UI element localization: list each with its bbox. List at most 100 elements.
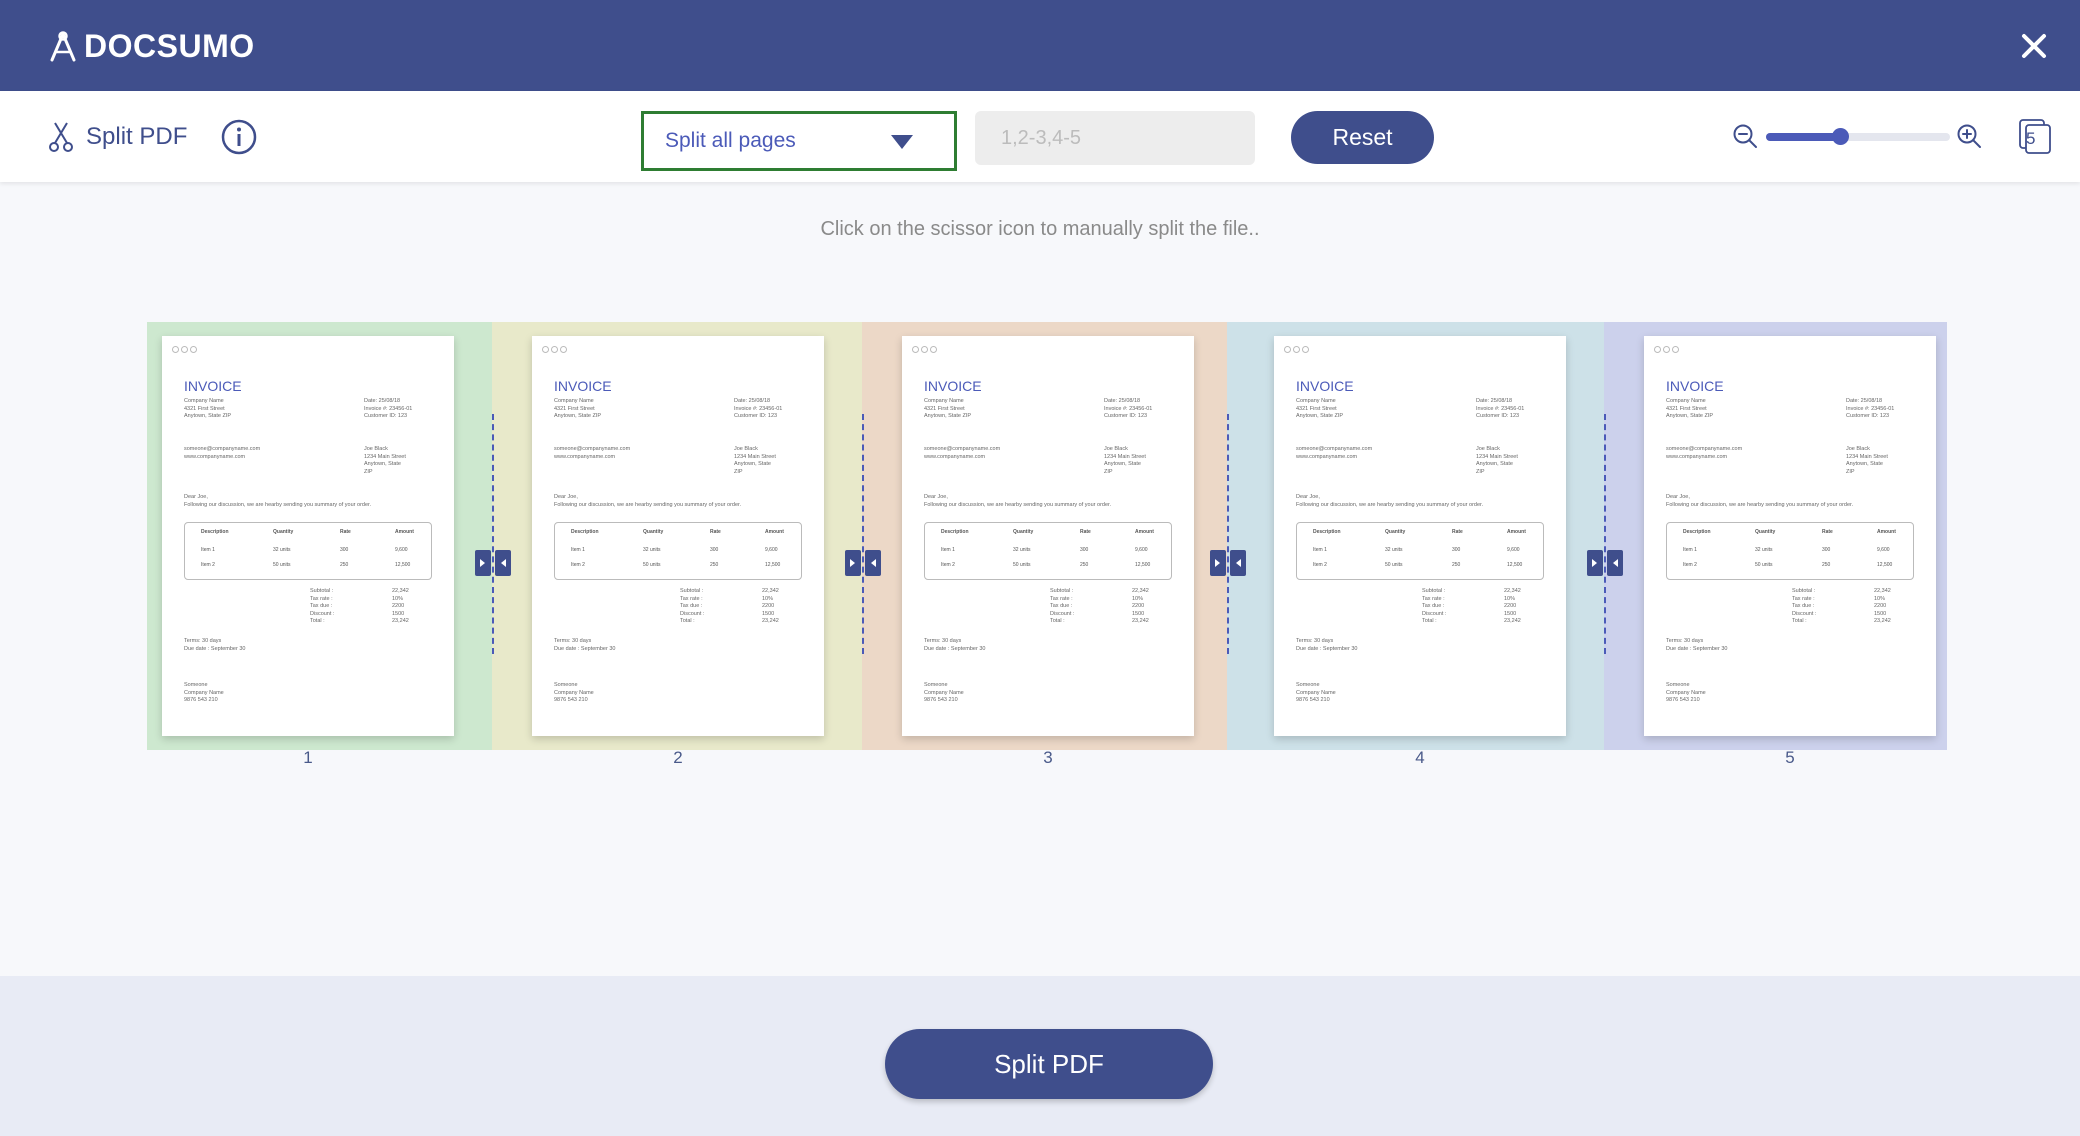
invoice-contact: someone@companyname.com www.companyname.… [1666,446,1743,460]
invoice-cell: 32 units [1013,547,1031,553]
invoice-title: INVOICE [924,378,982,394]
invoice-totals-values: 22,342 10% 2200 1500 23,242 [1504,588,1521,624]
invoice-cell: 12,500 [765,562,781,568]
invoice-cell: 300 [1080,547,1089,553]
invoice-cell: 32 units [1755,547,1773,553]
invoice-cell: 9,600 [765,547,778,553]
invoice-signature: Someone Company Name 9876 543 210 [554,682,594,703]
invoice-to: Joe Black 1234 Main Street Anytown, Stat… [1104,446,1146,475]
invoice-header-cell: Amount [395,529,414,535]
invoice-totals-labels: Subtotal : Tax rate : Tax due : Discount… [1422,588,1447,624]
zoom-in-icon[interactable] [1956,123,1982,149]
invoice-to: Joe Black 1234 Main Street Anytown, Stat… [734,446,776,475]
invoice-terms: Terms: 30 days Due date : September 30 [924,638,986,652]
invoice-cell: 32 units [273,547,291,553]
invoice-table-header: Description Quantity Rate Amount [1667,527,1913,539]
split-arrow-left-icon [865,550,881,576]
split-toggle-button[interactable] [1210,550,1246,576]
invoice-header-cell: Amount [1507,529,1526,535]
invoice-content: INVOICE Company Name 4321 First Street A… [532,336,824,736]
invoice-totals-values: 22,342 10% 2200 1500 23,242 [392,588,409,624]
invoice-signature: Someone Company Name 9876 543 210 [1666,682,1706,703]
invoice-cell: Item 1 [201,547,215,553]
invoice-header-cell: Rate [340,529,351,535]
app-header: DOCSUMO [0,0,2080,91]
invoice-meta: Date: 25/08/18 Invoice #: 23456-01 Custo… [1846,398,1895,419]
invoice-header-cell: Description [1313,529,1341,535]
split-divider [862,414,864,654]
invoice-header-cell: Description [571,529,599,535]
zoom-slider[interactable] [1766,128,1950,145]
invoice-header-cell: Description [201,529,229,535]
invoice-header-cell: Quantity [1385,529,1406,535]
invoice-table: Description Quantity Rate Amount Item 1 32 u… [1666,522,1914,580]
split-toggle-button[interactable] [845,550,881,576]
invoice-cell: 12,500 [1507,562,1523,568]
split-toggle-button[interactable] [1587,550,1623,576]
invoice-table-header: Description Quantity Rate Amount [555,527,801,539]
invoice-cell: Item 2 [1313,562,1327,568]
invoice-cell: 9,600 [395,547,408,553]
zoom-slider-thumb[interactable] [1831,128,1849,145]
invoice-cell: 32 units [643,547,661,553]
invoice-greeting: Dear Joe, Following our discussion, we a… [1666,494,1854,508]
docsumo-logo: DOCSUMO [48,28,255,65]
invoice-header-cell: Description [1683,529,1711,535]
page-thumbnail[interactable]: INVOICE Company Name 4321 First Street A… [532,336,824,736]
invoice-terms: Terms: 30 days Due date : September 30 [554,638,616,652]
invoice-totals-labels: Subtotal : Tax rate : Tax due : Discount… [1792,588,1817,624]
split-arrow-right-icon [475,550,491,576]
zoom-out-icon[interactable] [1732,123,1758,149]
invoice-contact: someone@companyname.com www.companyname.… [1296,446,1373,460]
page-count: 5 [2026,129,2036,148]
invoice-title: INVOICE [1666,378,1724,394]
window-dots [1654,346,1679,353]
split-toggle-button[interactable] [475,550,511,576]
split-mode-dropdown[interactable]: Split all pages [641,111,957,171]
invoice-meta: Date: 25/08/18 Invoice #: 23456-01 Custo… [1476,398,1525,419]
logo-icon [50,30,76,61]
invoice-greeting: Dear Joe, Following our discussion, we a… [924,494,1112,508]
invoice-cell: Item 1 [941,547,955,553]
invoice-cell: 250 [710,562,719,568]
invoice-cell: Item 2 [941,562,955,568]
invoice-header-cell: Quantity [1013,529,1034,535]
invoice-table-header: Description Quantity Rate Amount [185,527,431,539]
invoice-totals-values: 22,342 10% 2200 1500 23,242 [762,588,779,624]
invoice-header-cell: Quantity [1755,529,1776,535]
invoice-header-cell: Rate [1822,529,1833,535]
invoice-signature: Someone Company Name 9876 543 210 [1296,682,1336,703]
invoice-contact: someone@companyname.com www.companyname.… [924,446,1001,460]
close-icon[interactable] [2014,26,2054,66]
invoice-signature: Someone Company Name 9876 543 210 [924,682,964,703]
invoice-to: Joe Black 1234 Main Street Anytown, Stat… [1476,446,1518,475]
reset-button[interactable]: Reset [1291,111,1434,164]
split-pdf-button[interactable]: Split PDF [885,1029,1213,1099]
invoice-cell: 250 [1452,562,1461,568]
invoice-cell: Item 2 [1683,562,1697,568]
invoice-cell: 250 [1080,562,1089,568]
invoice-header-cell: Quantity [643,529,664,535]
invoice-header-cell: Quantity [273,529,294,535]
invoice-terms: Terms: 30 days Due date : September 30 [1296,638,1358,652]
invoice-terms: Terms: 30 days Due date : September 30 [184,638,246,652]
window-dots [542,346,567,353]
invoice-cell: 50 units [1013,562,1031,568]
window-dots [1284,346,1309,353]
invoice-cell: Item 1 [1683,547,1697,553]
page-thumbnail[interactable]: INVOICE Company Name 4321 First Street A… [1274,336,1566,736]
invoice-header-cell: Amount [1877,529,1896,535]
page-thumbnail[interactable]: INVOICE Company Name 4321 First Street A… [1644,336,1936,736]
invoice-table: Description Quantity Rate Amount Item 1 32 u… [924,522,1172,580]
page-number: 3 [1043,748,1053,767]
split-arrow-right-icon [1587,550,1603,576]
page-range-input[interactable] [975,111,1255,165]
invoice-table-header: Description Quantity Rate Amount [925,527,1171,539]
scissors-icon [49,122,73,152]
invoice-from: Company Name 4321 First Street Anytown, … [184,398,232,419]
info-icon[interactable] [221,119,257,155]
window-dots [172,346,197,353]
page-thumbnail[interactable]: INVOICE Company Name 4321 First Street A… [902,336,1194,736]
page-thumbnail[interactable]: INVOICE Company Name 4321 First Street A… [162,336,454,736]
invoice-table: Description Quantity Rate Amount Item 1 32 u… [554,522,802,580]
